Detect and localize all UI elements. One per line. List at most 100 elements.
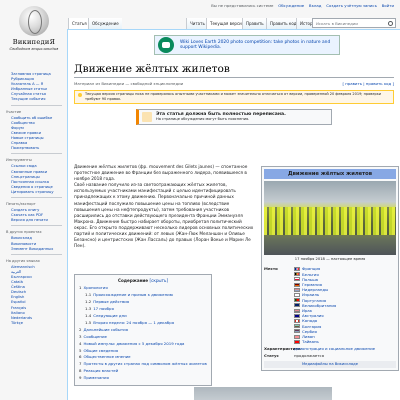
toc-item[interactable]: 1.5 Вторая неделя: 24 ноября — 1 декабря [79, 320, 207, 327]
tab-edit-source[interactable]: Править код [266, 18, 300, 29]
flag-icon [294, 298, 300, 303]
flag-icon [294, 329, 300, 334]
sidebar-heading-print: Печать/экспорт [6, 201, 36, 206]
personal-tools: Вы не представились системе Обсуждение В… [208, 3, 394, 8]
tab-edit[interactable]: Править [242, 18, 267, 29]
page-title: Движение жёлтых жилетов [74, 57, 394, 78]
sidebar-divider [11, 196, 62, 198]
toc-item[interactable]: 1.3 17 ноября [79, 306, 207, 313]
wikipedia-globe-icon [19, 6, 49, 36]
infobox-caption: 17 ноября 2018 — настоящее время [294, 257, 366, 261]
toc-item-label[interactable]: Общие сведения [83, 348, 118, 353]
country-list: Франция Бельгия Польша Германия Нидерланды Из… [294, 266, 396, 344]
toc-item-label[interactable]: Новый импульс движения с 5 декабря 2019 … [83, 341, 184, 346]
infobox-row-characteristics: Характеристика демонстрация и социальное… [264, 346, 396, 351]
toc-item-number: 1.1 [85, 292, 92, 298]
toc-item[interactable]: 6 Общественное мнение [79, 354, 207, 361]
article-photo[interactable] [194, 387, 332, 400]
search-input[interactable]: Искать в Википедии [316, 21, 358, 26]
toc-item[interactable]: 1.1 Происхождение и призыв к движению [79, 292, 207, 299]
lead-paragraph: Движение жёлтых жилетов (фр. mouvement d… [74, 165, 248, 183]
sidebar-item-donate[interactable]: Пожертвовать [0, 146, 66, 151]
toc-item[interactable]: 7 Протесты в других странах под символом … [79, 361, 207, 368]
protest-photo[interactable] [264, 181, 396, 255]
toc-list: 1 Хронология 1.1 Происхождение и призыв к д… [79, 285, 207, 382]
toc-item-label[interactable]: Дальнейшие события [83, 327, 128, 332]
anon-notice: Вы не представились системе [211, 3, 274, 8]
toc-item-label[interactable]: Сообщение [83, 334, 106, 339]
toc-item[interactable]: 9 Примечания [79, 375, 207, 382]
toc-item-label[interactable]: Первые действия [93, 299, 129, 304]
toc-item-label[interactable]: Общественное мнение [83, 354, 130, 359]
site-notice-banner[interactable]: Wiki Loves Earth 2020 photo competition:… [154, 35, 340, 55]
toc-item[interactable]: 1.4 Следующие дни [79, 313, 207, 320]
toc-item-number: 3 [79, 333, 82, 339]
tab-current-version[interactable]: Текущая версия [206, 18, 248, 29]
sidebar-item-cite-page[interactable]: Цитировать страницу [0, 190, 66, 195]
personal-link-login[interactable]: Войти [382, 3, 394, 8]
infobox-key-status: Статус [264, 352, 279, 358]
search-box[interactable]: Искать в Википедии [312, 18, 396, 28]
toc-item-number: 1 [79, 285, 82, 291]
personal-link-talk[interactable]: Обсуждение [278, 3, 304, 8]
toc-item-number: 5 [79, 347, 82, 353]
infobox: Движение жёлтых жилетов 17 ноября 2018 —… [261, 166, 399, 371]
sidebar-navigation: Заглавная страница Рубрикация Указатель … [0, 72, 66, 103]
toc-item-number: 6 [79, 354, 82, 360]
tab-read[interactable]: Читать [186, 18, 208, 29]
sidebar: Заглавная страница Рубрикация Указатель … [0, 72, 66, 328]
camera-icon [158, 37, 174, 53]
toc-item-label[interactable]: Реакция властей [83, 368, 118, 373]
flag-icon [294, 324, 300, 329]
tab-article[interactable]: Статья [68, 18, 90, 29]
toc-item-number: 9 [79, 375, 82, 381]
toc-hide-toggle[interactable]: [скрыть] [150, 278, 169, 283]
flag-icon [294, 318, 300, 323]
logo-tagline: Свободная энциклопедия [9, 46, 59, 51]
toc-item-label[interactable]: Следующие дни [93, 313, 126, 318]
toc-item-label[interactable]: 17 ноября [93, 306, 114, 311]
toc-item-label[interactable]: Протесты в других странах под символом ж… [83, 361, 206, 366]
toc-item[interactable]: 2 Дальнейшие события [79, 327, 207, 334]
wikipedia-logo[interactable]: ВикипедиЯ Свободная энциклопедия [6, 4, 62, 66]
infobox-row-place: Место Франция Бельгия Польша Германия Нидерл… [264, 266, 396, 344]
flagged-revision-notice: Текущая версия страницы пока не проверял… [74, 89, 394, 104]
flag-icon [294, 334, 300, 339]
toc-item[interactable]: 5 Общие сведения [79, 348, 207, 355]
rewrite-notice-title: Эта статья должна быть полностью перепис… [156, 111, 286, 117]
infobox-title: Движение жёлтых жилетов [264, 169, 396, 179]
tab-discussion[interactable]: Обсуждение [88, 18, 122, 29]
toc-item-label[interactable]: Вторая неделя: 24 ноября — 1 декабря [93, 320, 174, 325]
toc-item-label[interactable]: Примечания [83, 375, 108, 380]
toc-item-number: 4 [79, 340, 82, 346]
sidebar-lang-link[interactable]: Türkçe [0, 321, 66, 326]
sidebar-item-printable[interactable]: Версия для печати [0, 218, 66, 223]
sidebar-item-current-events[interactable]: Текущие события [0, 97, 66, 102]
toc-item-label[interactable]: Происхождение и призыв к движению [93, 292, 173, 297]
toc-item[interactable]: 3 Сообщение [79, 334, 207, 341]
flag-icon [294, 292, 300, 297]
toc-item-number: 8 [79, 368, 82, 374]
commons-link[interactable]: Медиафайлы на Викискладе [264, 360, 396, 368]
body-paragraph: Своё название получило из-за светоотража… [74, 183, 254, 250]
country-item: Тайвань [294, 339, 396, 344]
toc-item-number: 1.4 [85, 313, 92, 319]
toc-item[interactable]: 8 Реакция властей [79, 368, 207, 375]
personal-link-contributions[interactable]: Вклад [309, 3, 322, 8]
personal-link-create-account[interactable]: Создать учётную запись [326, 3, 377, 8]
infobox-key-characteristics: Характеристика [264, 345, 301, 351]
toc-item-label[interactable]: Хронология [83, 285, 107, 290]
sidebar-item-wikidata[interactable]: Элемент Викиданных [0, 247, 66, 252]
sidebar-divider [11, 104, 62, 106]
toc-item[interactable]: 1.2 Первые действия [79, 299, 207, 306]
flag-icon [294, 339, 300, 344]
banner-text[interactable]: Wiki Loves Earth 2020 photo competition:… [180, 40, 339, 50]
search-icon[interactable] [388, 20, 393, 26]
toc-item[interactable]: 1 Хронология [79, 285, 207, 292]
infobox-row-status: Статус продолжается [264, 353, 396, 358]
edit-section-links[interactable]: [ править | править код ] [342, 81, 394, 86]
country-link[interactable]: Тайвань [302, 339, 319, 344]
flag-icon [294, 308, 300, 313]
toc-item[interactable]: 4 Новый импульс движения с 5 декабря 2019… [79, 341, 207, 348]
infobox-val-characteristics[interactable]: демонстрация и социальное движение [294, 346, 396, 351]
